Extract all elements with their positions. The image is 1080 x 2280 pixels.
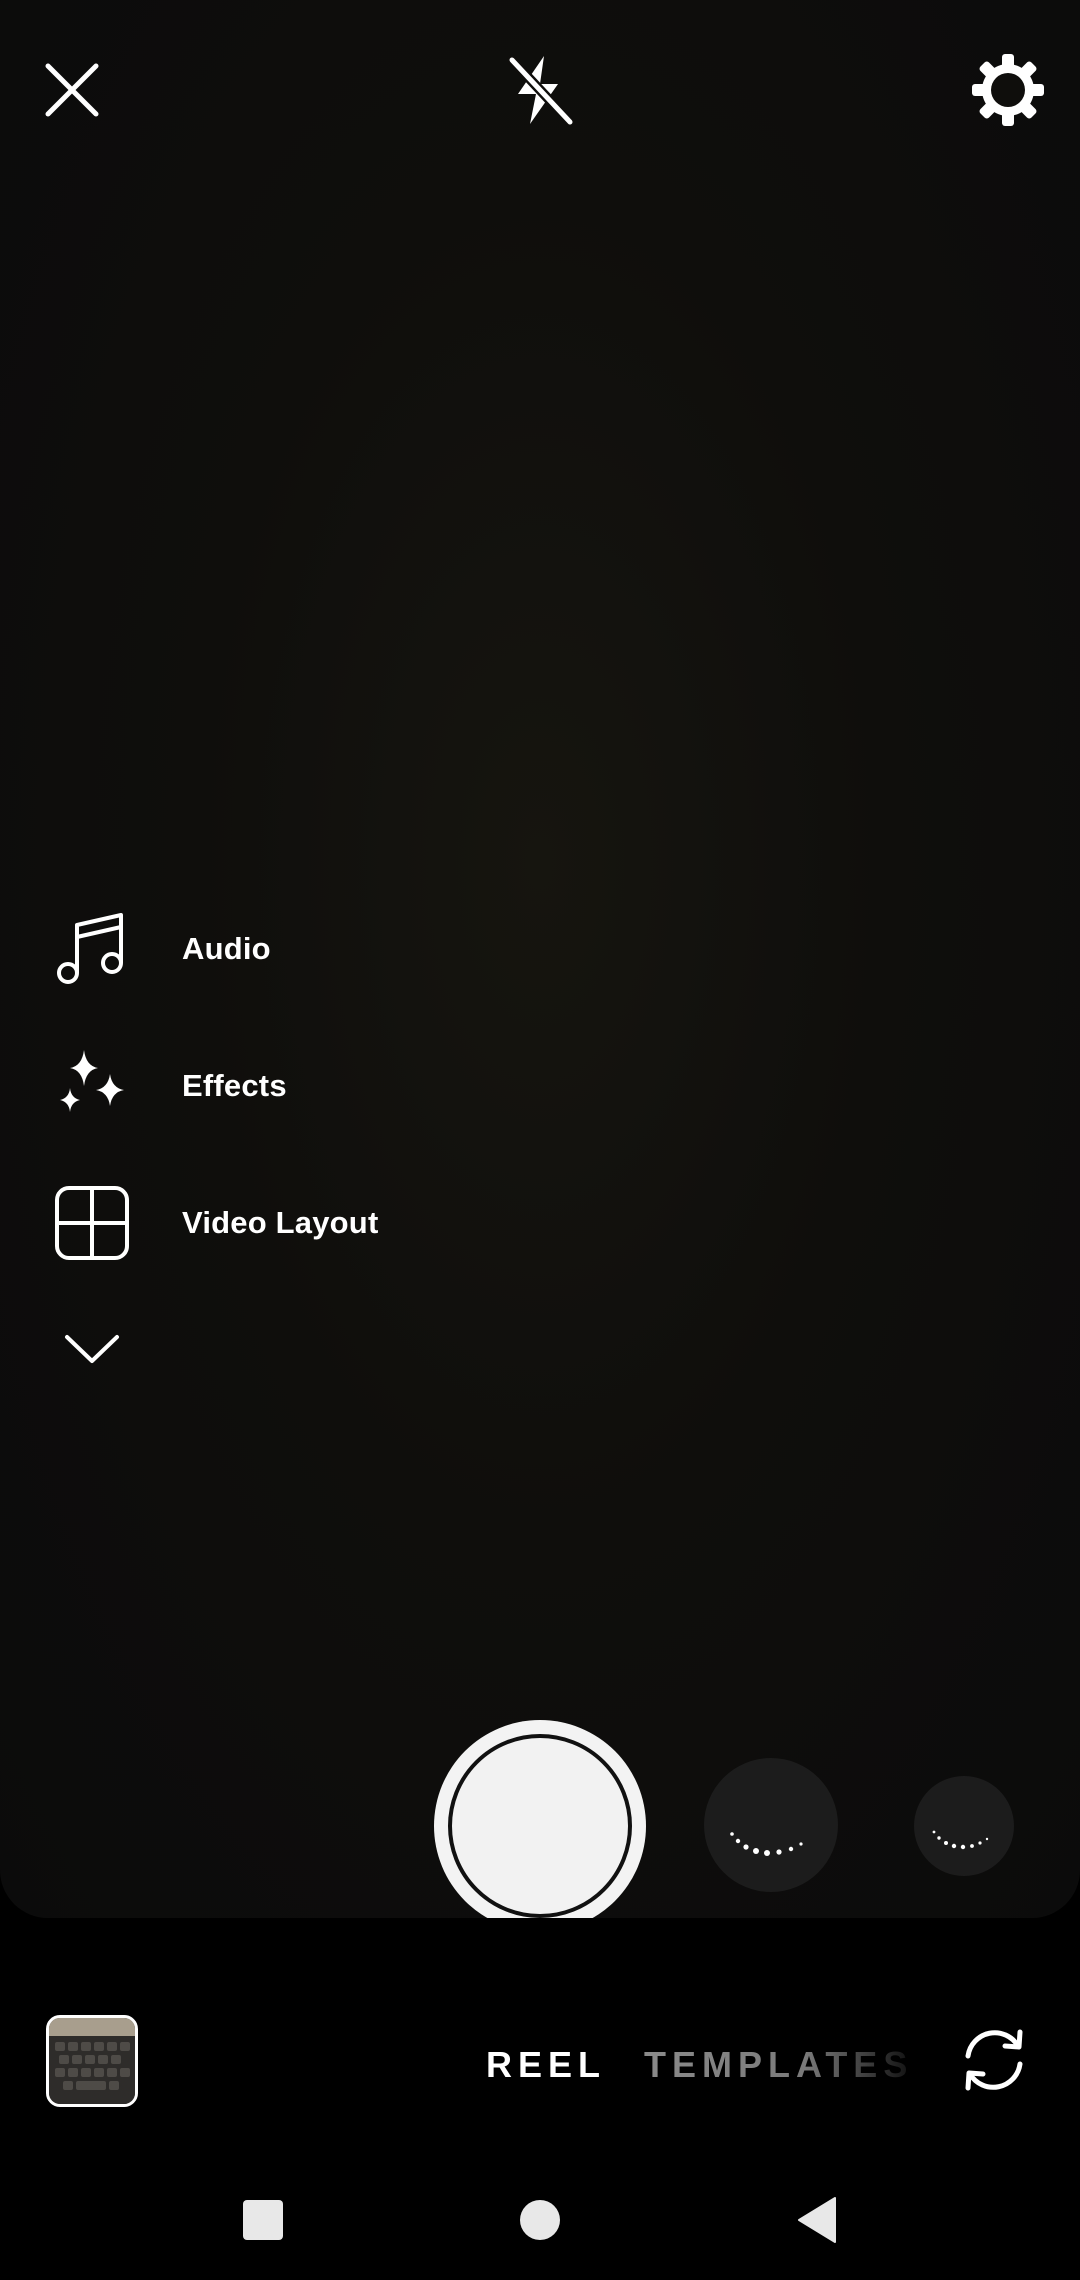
mode-reel-tab[interactable]: REEL xyxy=(486,2044,606,2086)
close-icon xyxy=(45,63,99,117)
settings-button[interactable] xyxy=(958,40,1058,140)
chevron-down-icon xyxy=(65,1335,119,1363)
shutter-button[interactable] xyxy=(434,1720,646,1932)
layout-grid-icon xyxy=(40,1171,144,1275)
nav-recents-button[interactable] xyxy=(203,2160,323,2280)
sparkles-icon xyxy=(40,1034,144,1138)
flash-off-icon xyxy=(507,55,575,127)
collapse-tools-button[interactable] xyxy=(40,1297,144,1401)
close-button[interactable] xyxy=(22,40,122,140)
tool-video-layout[interactable]: Video Layout xyxy=(40,1154,560,1291)
shutter-inner xyxy=(448,1734,632,1918)
system-navigation-bar xyxy=(0,2160,1080,2280)
home-icon xyxy=(520,2200,560,2240)
nav-back-button[interactable] xyxy=(757,2160,877,2280)
effect-thumbnail-2[interactable] xyxy=(914,1776,1014,1876)
flip-camera-icon xyxy=(965,2029,1023,2091)
keyboard-photo-icon xyxy=(49,2018,135,2104)
effect-thumbnail-1[interactable] xyxy=(704,1758,838,1892)
tool-audio[interactable]: Audio xyxy=(40,880,560,1017)
gallery-thumbnail[interactable] xyxy=(46,2015,138,2107)
back-icon xyxy=(798,2197,836,2243)
tool-audio-label: Audio xyxy=(182,930,271,966)
tool-effects[interactable]: Effects xyxy=(40,1017,560,1154)
music-note-icon xyxy=(40,897,144,1001)
camera-tools-menu: Audio Effects Video Layout xyxy=(40,880,560,1401)
flip-camera-button[interactable] xyxy=(944,2010,1044,2110)
gear-icon xyxy=(972,54,1044,126)
tool-video-layout-label: Video Layout xyxy=(182,1204,379,1240)
nav-home-button[interactable] xyxy=(480,2160,600,2280)
camera-screen: Audio Effects Video Layout REEL TEMPLATE… xyxy=(0,0,1080,2280)
loading-spinner-icon xyxy=(730,1832,803,1856)
tool-effects-label: Effects xyxy=(182,1067,287,1103)
loading-spinner-icon xyxy=(932,1830,989,1850)
recents-icon xyxy=(243,2200,283,2240)
mode-templates-tab[interactable]: TEMPLATES xyxy=(644,2044,912,2086)
flash-toggle-button[interactable] xyxy=(490,40,590,140)
camera-viewfinder[interactable]: Audio Effects Video Layout xyxy=(0,0,1080,1918)
